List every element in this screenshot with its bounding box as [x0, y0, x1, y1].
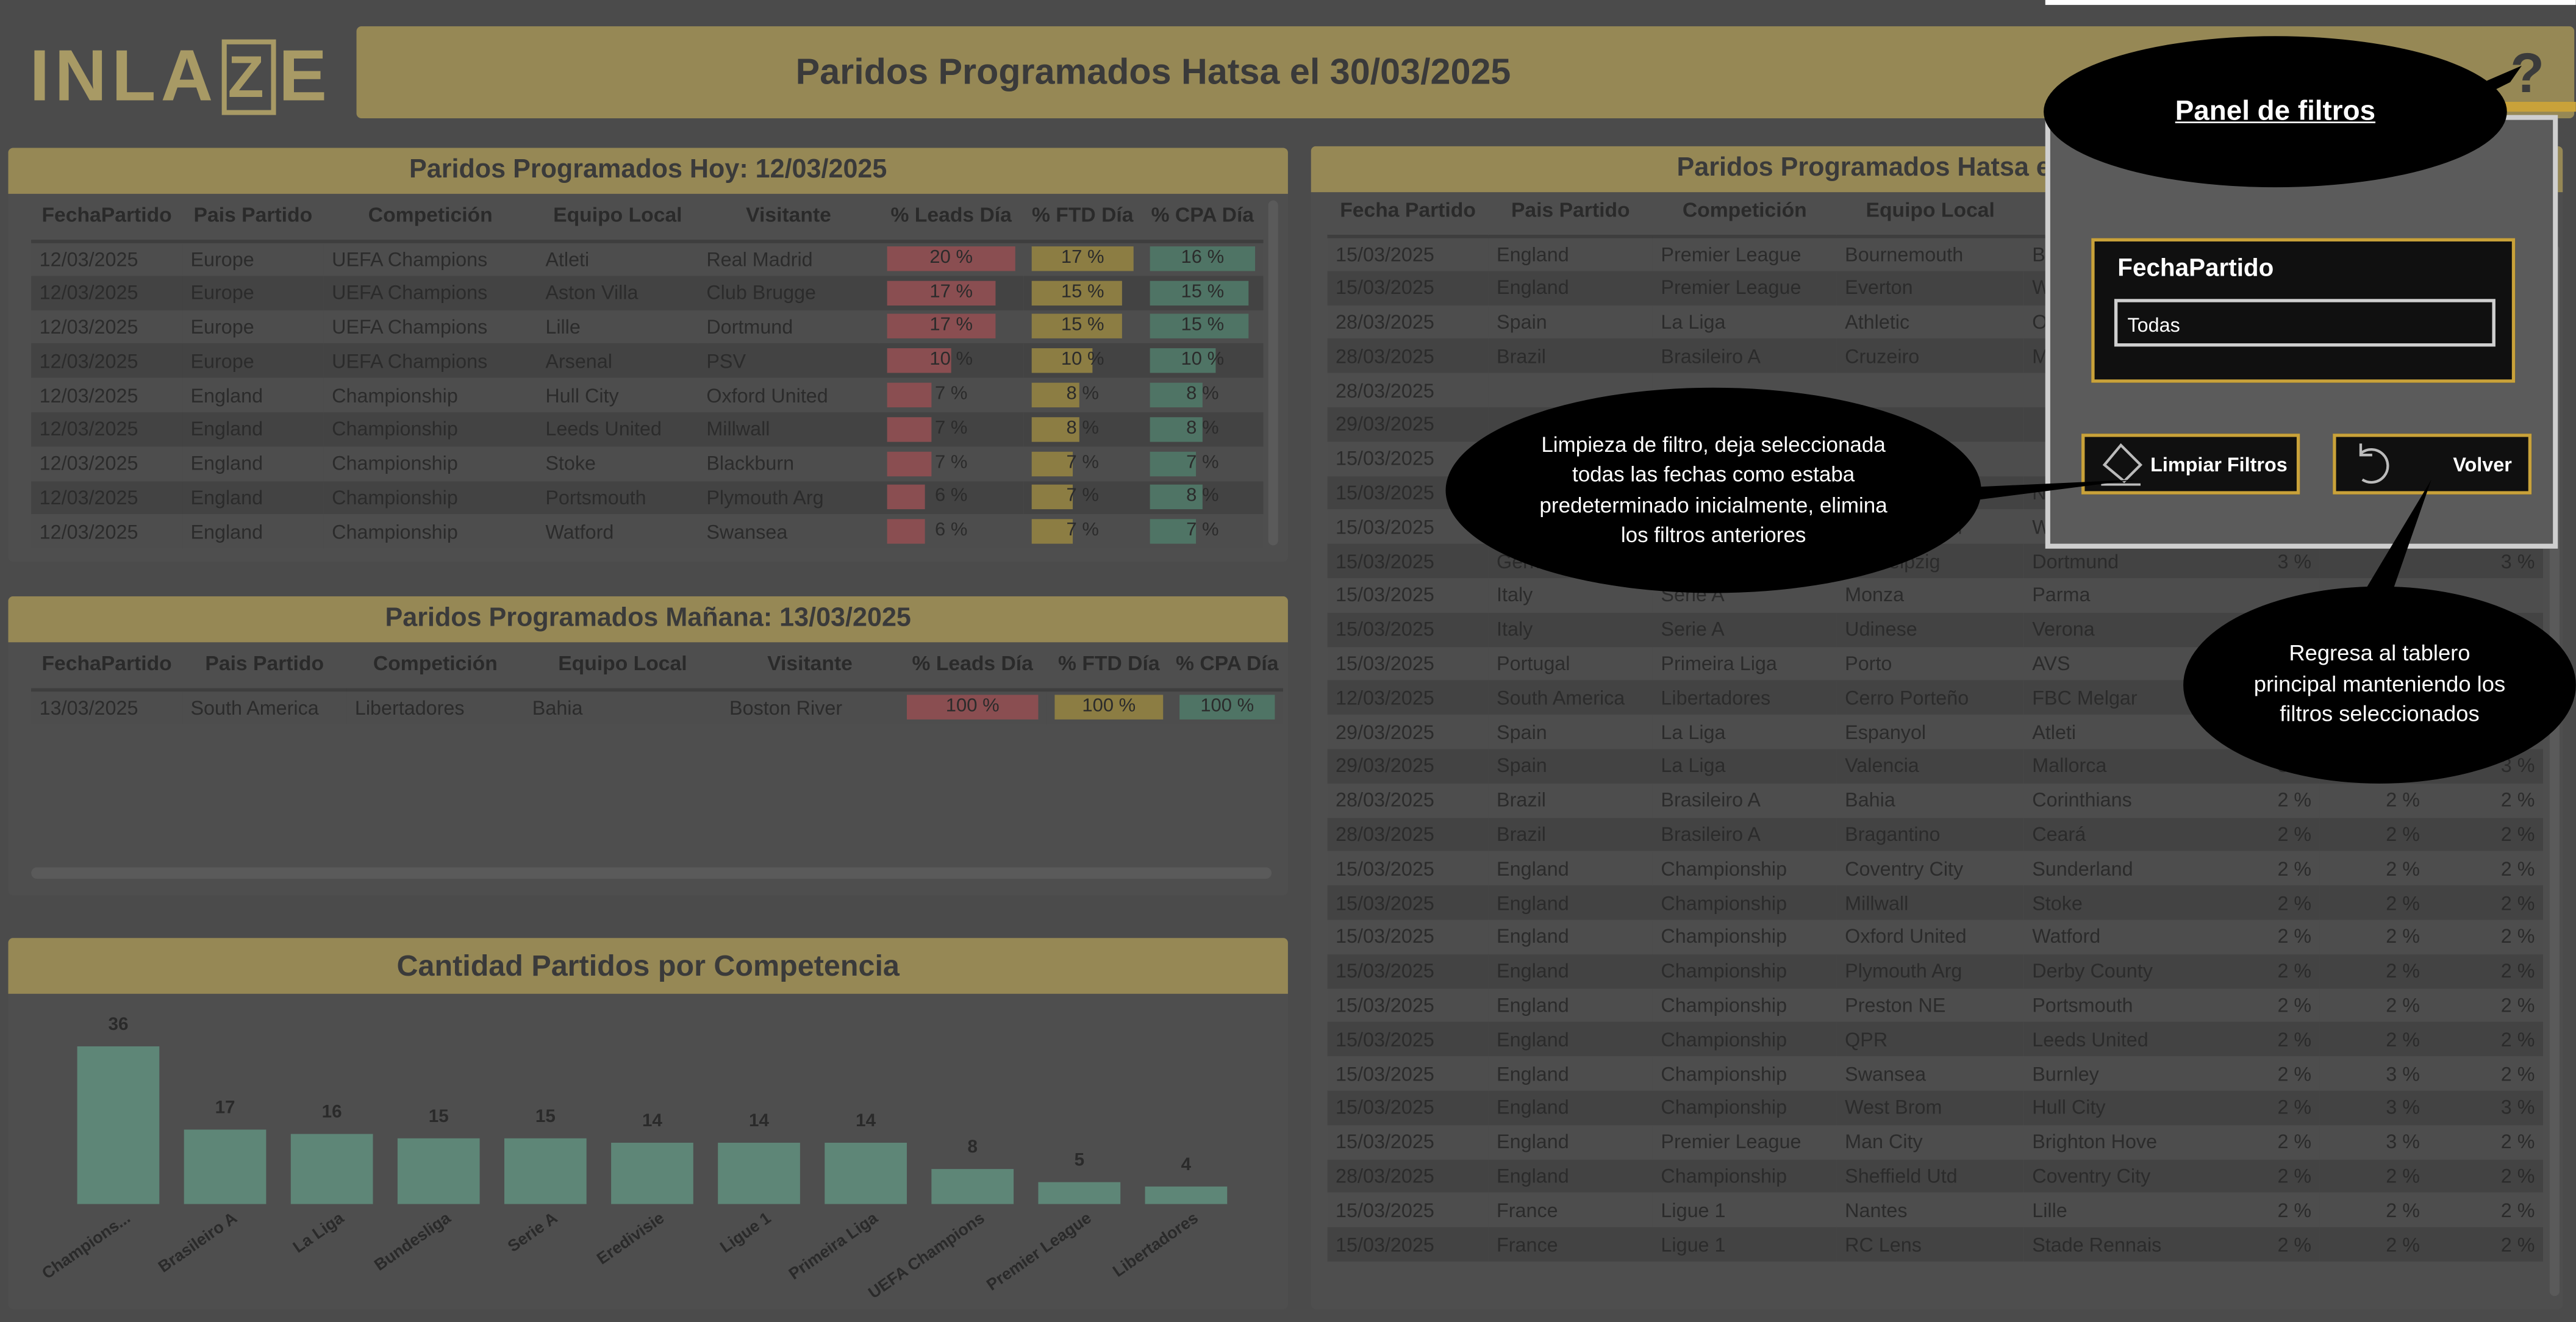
callout-back: Regresa al tablero principal manteniendo…: [2183, 586, 2576, 784]
callout-clear-filters: Limpieza de filtro, deja seleccionada to…: [1445, 387, 1981, 593]
callout-panel-de-filtros: Panel de filtros: [2044, 36, 2507, 188]
dashboard-stage: INLA Z E Paridos Programados Hatsa el 30/0…: [0, 0, 2576, 1322]
